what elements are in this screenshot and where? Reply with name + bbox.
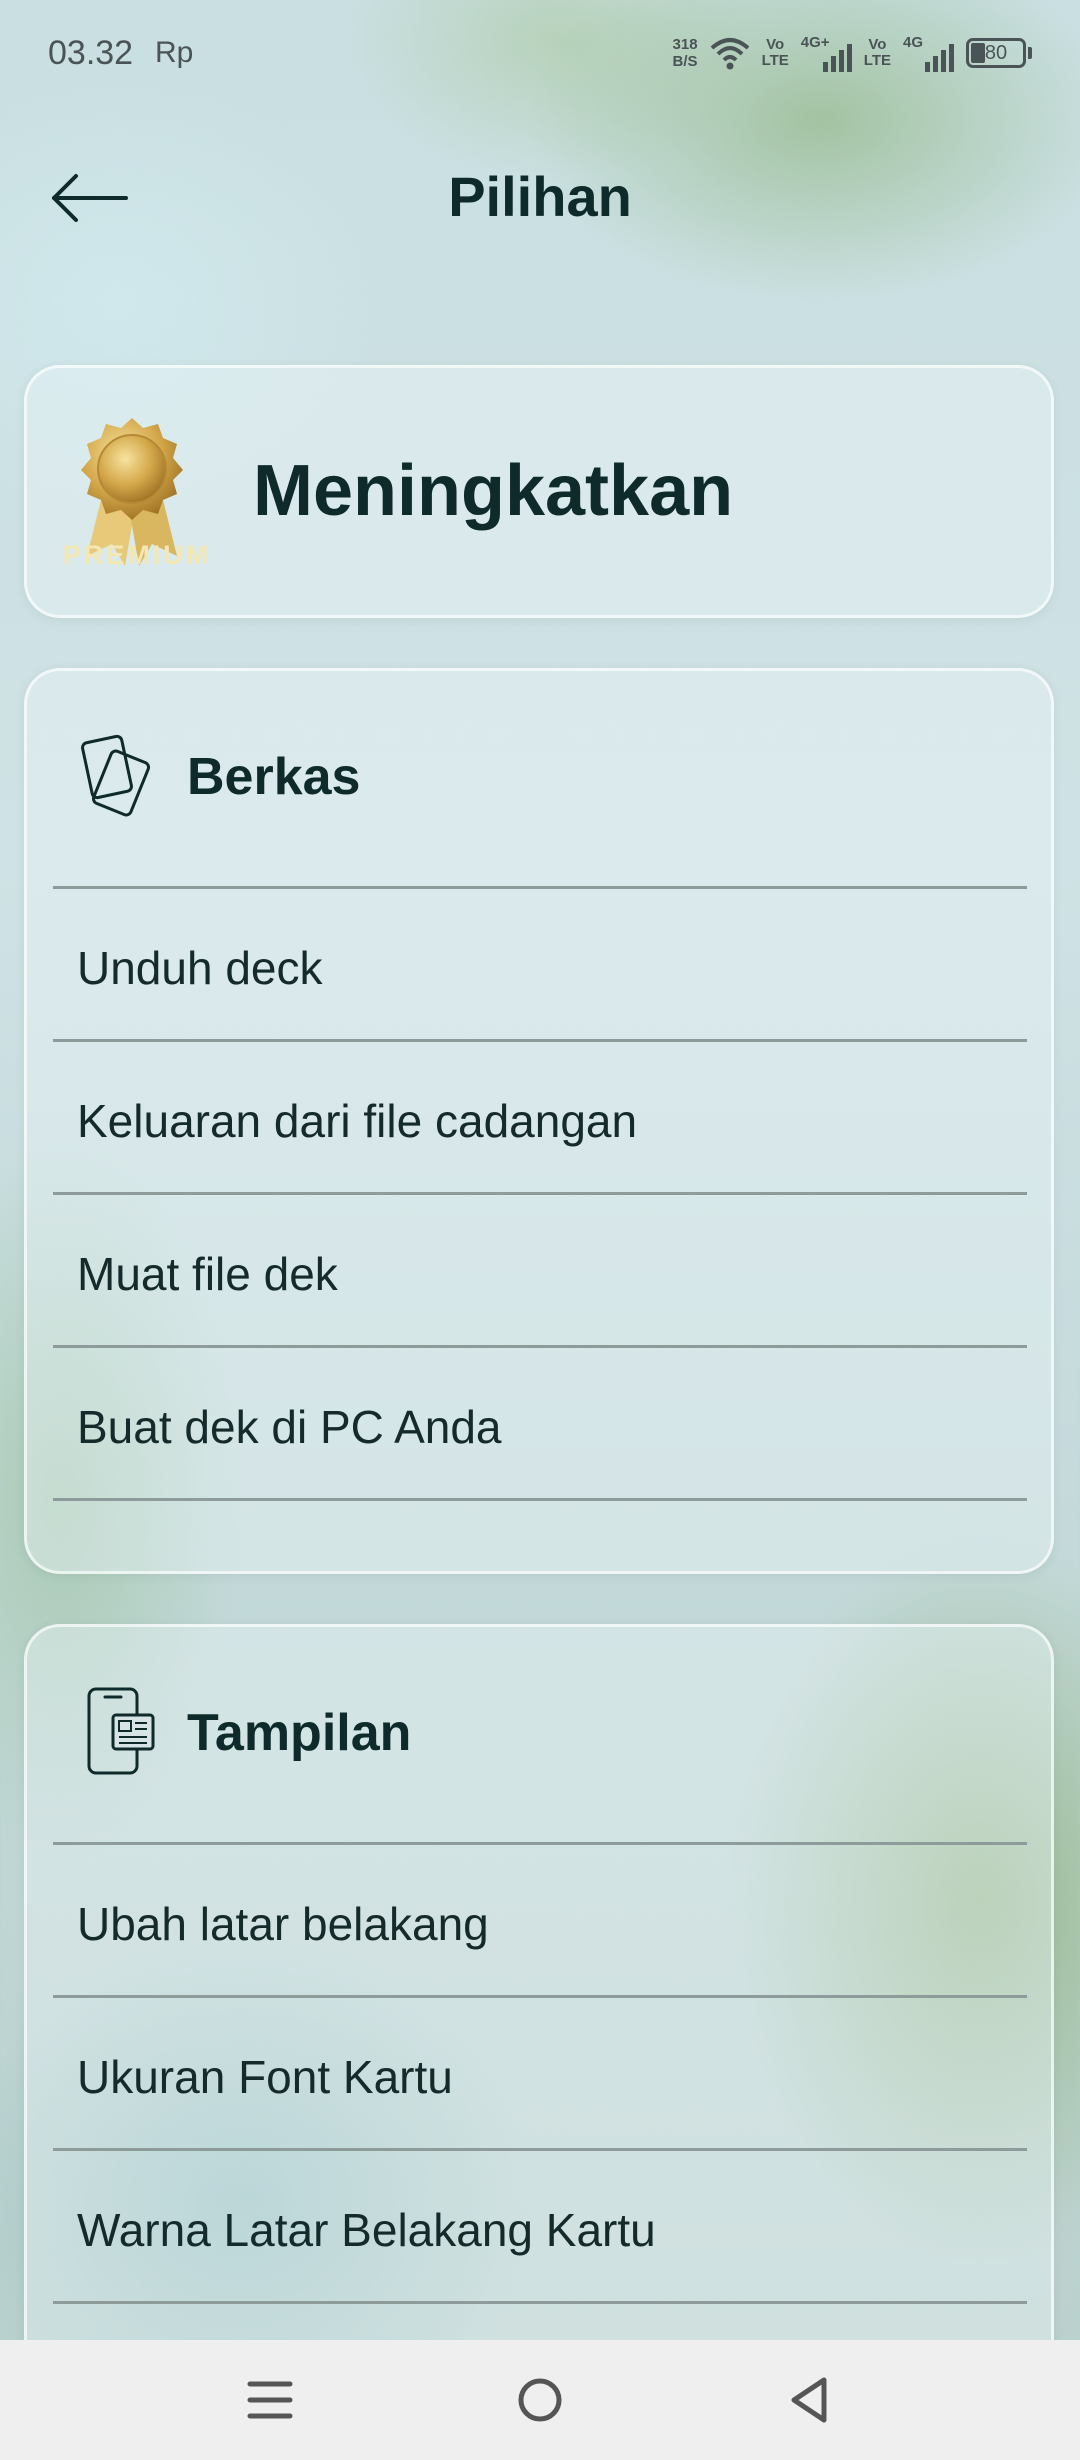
upgrade-premium-card[interactable]: PREMIUM Meningkatkan bbox=[24, 365, 1054, 618]
home-icon[interactable] bbox=[510, 2370, 570, 2430]
cards-icon bbox=[81, 734, 151, 817]
status-time: 03.32 bbox=[48, 34, 134, 72]
files-section-card: Berkas Unduh deck Keluaran dari file cad… bbox=[24, 668, 1054, 1574]
section-header: Berkas bbox=[27, 671, 1051, 889]
section-header: Tampilan bbox=[27, 1627, 1051, 1845]
phone-display-icon bbox=[87, 1687, 155, 1775]
menu-item-export-backup[interactable]: Keluaran dari file cadangan bbox=[53, 1039, 1027, 1192]
display-section-card: Tampilan Ubah latar belakang Ukuran Font… bbox=[24, 1624, 1054, 2460]
menu-item-load-deck-file[interactable]: Muat file dek bbox=[53, 1192, 1027, 1345]
premium-badge-text: PREMIUM bbox=[62, 540, 212, 570]
page-title: Pilihan bbox=[448, 165, 632, 228]
volte-2: Vo LTE bbox=[863, 36, 891, 69]
signal-icon: 4G+ bbox=[801, 34, 852, 72]
menu-item-download-deck[interactable]: Unduh deck bbox=[53, 886, 1027, 1039]
divider bbox=[53, 1498, 1027, 1501]
system-nav-bar bbox=[0, 2340, 1080, 2460]
menu-item-create-deck-pc[interactable]: Buat dek di PC Anda bbox=[53, 1345, 1027, 1498]
divider bbox=[53, 2301, 1027, 2304]
menu-icon[interactable] bbox=[240, 2370, 300, 2430]
menu-item-card-font-size[interactable]: Ukuran Font Kartu bbox=[53, 1995, 1027, 2148]
menu-item-change-background[interactable]: Ubah latar belakang bbox=[53, 1842, 1027, 1995]
section-title-display: Tampilan bbox=[187, 1704, 412, 1762]
carrier-icon: Rp bbox=[155, 36, 194, 69]
menu-item-card-background-color[interactable]: Warna Latar Belakang Kartu bbox=[53, 2148, 1027, 2301]
status-icons: 318 B/S Vo LTE 4G+ Vo LTE 4G 80 bbox=[673, 30, 1032, 76]
network-speed: 318 B/S bbox=[672, 36, 698, 70]
volte-1: Vo LTE bbox=[761, 36, 789, 69]
section-title-files: Berkas bbox=[187, 748, 361, 806]
back-icon[interactable] bbox=[780, 2370, 840, 2430]
signal-icon: 4G bbox=[903, 34, 954, 72]
wifi-icon bbox=[710, 38, 749, 70]
battery-icon: 80 bbox=[966, 38, 1026, 68]
status-bar: 03.32 Rp 318 B/S Vo LTE 4G+ Vo LTE 4G 80 bbox=[0, 0, 1080, 108]
upgrade-title: Meningkatkan bbox=[253, 451, 734, 531]
battery-tip bbox=[1028, 47, 1032, 59]
